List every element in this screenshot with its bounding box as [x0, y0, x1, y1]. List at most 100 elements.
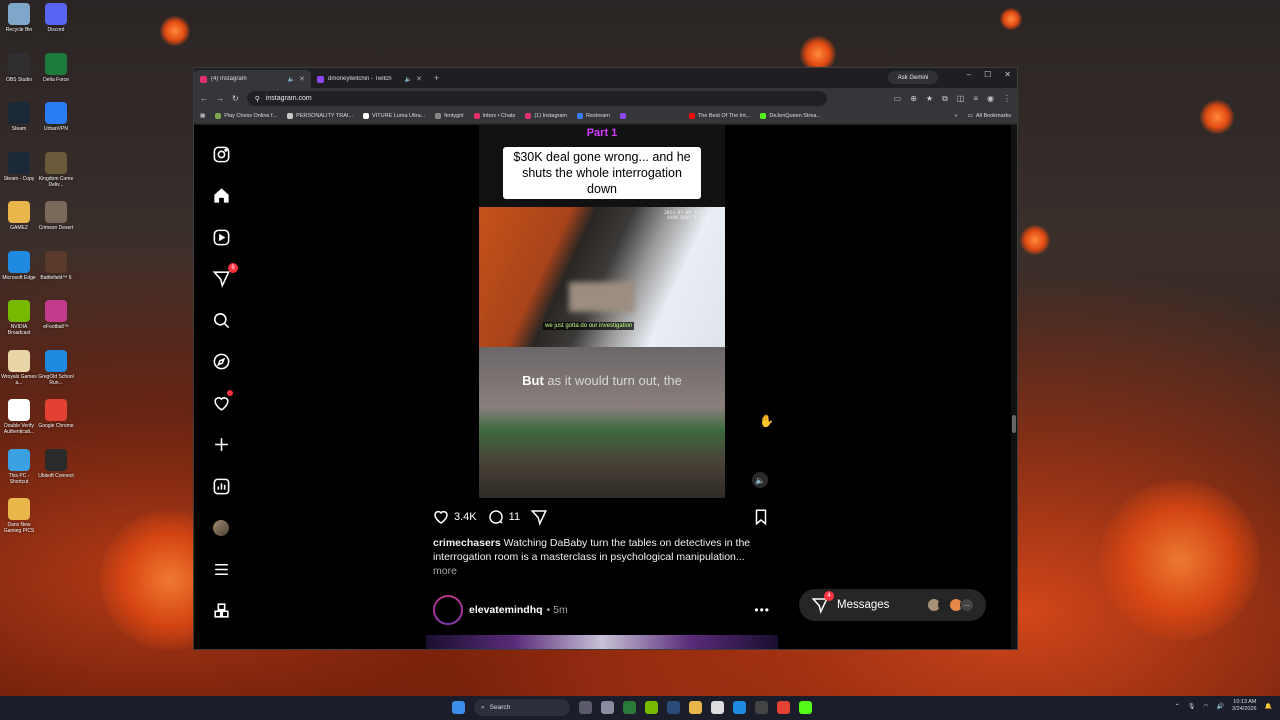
desktop-icon[interactable]: Ubisoft Connect: [38, 448, 74, 479]
instagram-logo-icon[interactable]: [210, 143, 232, 165]
home-icon[interactable]: [210, 185, 232, 207]
chrome-icon[interactable]: [777, 701, 790, 714]
bookmark-item[interactable]: Play Chess Online f...: [215, 113, 277, 119]
start-icon[interactable]: [452, 701, 465, 714]
messages-icon[interactable]: 6: [210, 262, 238, 290]
nvidia-icon[interactable]: [645, 701, 658, 714]
share-icon[interactable]: [530, 508, 548, 526]
tab-audio-icon[interactable]: 🔈: [288, 76, 295, 83]
desktop-icon[interactable]: Microsoft Edge: [1, 250, 37, 281]
browser-menu-icon[interactable]: ⋮: [1003, 94, 1011, 104]
bookmark-item[interactable]: PERSONALITY TRAI...: [287, 113, 353, 119]
dashboard-icon[interactable]: [210, 475, 232, 497]
desktop-icon[interactable]: GAMEZ: [1, 201, 37, 231]
profile-avatar[interactable]: [210, 517, 232, 539]
bookmark-item[interactable]: The Best Of The Int...: [688, 113, 750, 119]
bookmarks-overflow-icon[interactable]: »: [955, 113, 958, 119]
next-post-username[interactable]: elevatemindhq: [469, 604, 543, 616]
wifi-icon[interactable]: ◠: [1203, 703, 1208, 710]
notes-icon[interactable]: [711, 701, 724, 714]
steam-icon[interactable]: [667, 701, 680, 714]
all-bookmarks-button[interactable]: ▭ All Bookmarks: [968, 113, 1011, 119]
install-app-icon[interactable]: ▭: [894, 94, 902, 104]
desktop-icon[interactable]: GregOld School Run...: [38, 349, 74, 386]
tab-twitch[interactable]: dmoneytwitchin - Twitch 🔈 ✕: [311, 70, 428, 88]
create-icon[interactable]: [210, 434, 232, 456]
desktop-icon[interactable]: Crimson Desert: [38, 201, 74, 231]
file-manager-icon[interactable]: [579, 701, 592, 714]
explore-icon[interactable]: [210, 351, 232, 373]
messages-button[interactable]: 4 Messages …: [799, 589, 986, 621]
comment-group[interactable]: 11: [487, 508, 520, 526]
terminal-icon[interactable]: [623, 701, 636, 714]
reels-icon[interactable]: [210, 226, 232, 248]
taskbar-search[interactable]: ⌕ Search: [474, 699, 570, 716]
desktop-icon[interactable]: Discord: [38, 3, 74, 33]
obs-icon[interactable]: [755, 701, 768, 714]
post-username[interactable]: crimechasers: [433, 537, 501, 549]
mic-icon[interactable]: 🎙: [1188, 703, 1196, 710]
desktop-icon[interactable]: Dans New Gaming PICS: [1, 498, 37, 534]
story-ring-avatar[interactable]: [433, 595, 463, 625]
tab-audio-icon[interactable]: 🔈: [405, 76, 412, 83]
scrollbar-thumb[interactable]: [1012, 415, 1016, 433]
edge-icon[interactable]: [733, 701, 746, 714]
bookmark-item[interactable]: Restream: [577, 113, 610, 119]
ask-gemini-button[interactable]: Ask Gemini: [888, 71, 938, 84]
bookmark-item[interactable]: fentygirl: [435, 113, 464, 119]
heart-icon[interactable]: [432, 508, 450, 526]
audio-toggle-icon[interactable]: 🔈: [752, 472, 768, 488]
bookmark-star-icon[interactable]: ★: [926, 94, 933, 104]
search-icon[interactable]: [210, 309, 232, 331]
media-icon[interactable]: ≡: [973, 94, 978, 104]
gamebar-icon[interactable]: [799, 701, 812, 714]
also-from-meta-icon[interactable]: [210, 600, 232, 622]
desktop-icon[interactable]: eFootball™: [38, 300, 74, 330]
notifications-icon[interactable]: [210, 390, 233, 414]
bookmark-item[interactable]: (1) Instagram: [525, 113, 567, 119]
settings-icon[interactable]: [601, 701, 614, 714]
tray-chevron-icon[interactable]: ⌃: [1175, 703, 1180, 710]
tab-close-icon[interactable]: ✕: [416, 75, 422, 83]
bookmark-icon[interactable]: [752, 508, 770, 526]
zoom-icon[interactable]: ⊕: [910, 94, 917, 104]
more-options-icon[interactable]: •••: [754, 603, 770, 617]
desktop-icon[interactable]: Recycle Bin: [1, 3, 37, 33]
forward-icon[interactable]: →: [216, 94, 224, 103]
tab-instagram[interactable]: (4) Instagram 🔈 ✕: [194, 70, 311, 88]
profile-icon[interactable]: ◉: [987, 94, 994, 104]
bookmark-item[interactable]: [619, 113, 629, 119]
desktop-icon[interactable]: Battlefield™ 6: [38, 250, 74, 281]
more-link[interactable]: more: [433, 565, 457, 577]
desktop-icon[interactable]: Steam - Copy: [1, 151, 37, 182]
desktop-icon[interactable]: NVIDIA Broadcast: [1, 300, 37, 336]
folder-icon[interactable]: [689, 701, 702, 714]
apps-grid-icon[interactable]: ▦: [200, 113, 205, 119]
bookmark-item[interactable]: Inbox • Chats: [473, 113, 515, 119]
bookmark-item[interactable]: DeJenQueen Strea...: [760, 113, 821, 119]
maximize-icon[interactable]: ☐: [984, 70, 991, 79]
reload-icon[interactable]: ↻: [232, 94, 239, 103]
desktop-icon[interactable]: OBS Studio: [1, 52, 37, 83]
extensions-icon[interactable]: ⧉: [942, 94, 948, 104]
volume-icon[interactable]: 🔊: [1217, 703, 1224, 710]
comment-icon[interactable]: [487, 508, 505, 526]
clock[interactable]: 10:13 AM 3/24/2026: [1232, 699, 1256, 713]
notification-bell-icon[interactable]: 🔔: [1265, 703, 1272, 710]
menu-icon[interactable]: [210, 558, 232, 580]
desktop-icon[interactable]: Steam: [1, 102, 37, 132]
desktop-icon[interactable]: UrbanVPN: [38, 102, 74, 132]
desktop-icon[interactable]: Delta Force: [38, 52, 74, 83]
desktop-icon[interactable]: Kingdom Come Deliv...: [38, 151, 74, 188]
like-group[interactable]: 3.4K: [432, 508, 477, 526]
minimize-icon[interactable]: –: [967, 70, 971, 79]
back-icon[interactable]: ←: [200, 94, 208, 103]
tab-close-icon[interactable]: ✕: [299, 75, 305, 83]
new-tab-plus-icon[interactable]: +: [434, 73, 439, 83]
scrollbar[interactable]: [1011, 125, 1017, 649]
next-post-media[interactable]: [426, 635, 778, 649]
bookmark-item[interactable]: VITURE Luma Ultra...: [363, 113, 425, 119]
desktop-icon[interactable]: Wroyals Games a...: [1, 349, 37, 386]
close-window-icon[interactable]: ✕: [1004, 70, 1011, 79]
desktop-icon[interactable]: Double Verify Authenticati...: [1, 399, 37, 435]
